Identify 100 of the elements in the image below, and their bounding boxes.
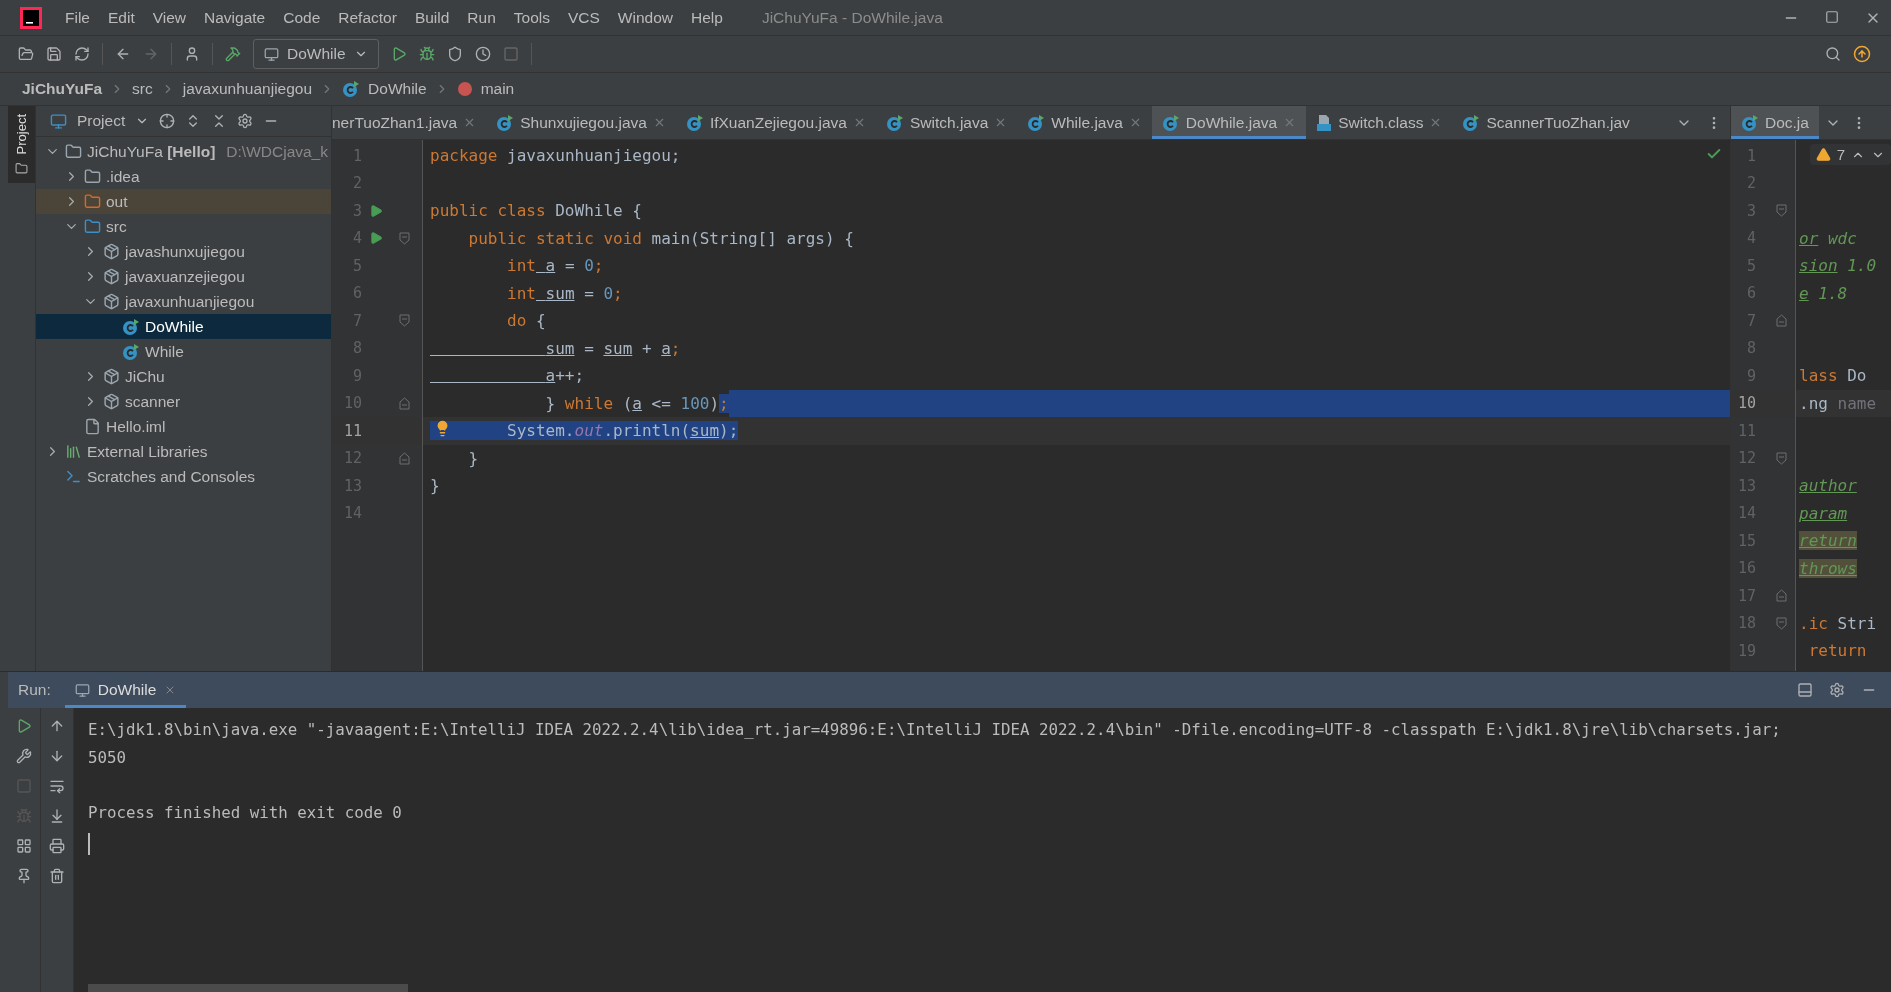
settings-icon[interactable]	[237, 113, 254, 129]
file-icon	[84, 418, 101, 435]
trash-icon[interactable]	[49, 868, 65, 884]
rerun-icon[interactable]	[16, 718, 32, 734]
editor-tab[interactable]: DoWhile.java	[1151, 106, 1307, 139]
tree-item[interactable]: While	[36, 339, 331, 364]
fold-marker-icon[interactable]	[1776, 314, 1787, 328]
editor-tab[interactable]: Switch.java	[875, 106, 1018, 139]
wrench-icon[interactable]	[16, 748, 32, 764]
run-configuration-dropdown[interactable]: DoWhile	[253, 39, 379, 69]
locate-icon[interactable]	[159, 113, 176, 129]
code-token: ;	[593, 256, 604, 276]
pin-icon[interactable]	[16, 868, 32, 884]
panel-title[interactable]: Project	[77, 112, 126, 130]
warning-icon	[1815, 147, 1831, 162]
fold-marker-icon[interactable]	[1776, 616, 1787, 630]
tree-item[interactable]: JiChuYuFa [Hello] D:\WDCjava_k	[36, 139, 331, 164]
window-title: JiChuYuFa - DoWhile.java	[761, 8, 943, 27]
fold-marker-icon[interactable]	[1776, 204, 1787, 218]
tree-item[interactable]: out	[36, 189, 331, 214]
menu-item[interactable]: Help	[682, 8, 732, 27]
hammer-icon[interactable]	[225, 46, 241, 62]
tree-item[interactable]: src	[36, 214, 331, 239]
warnings-indicator[interactable]: 7	[1809, 144, 1891, 165]
code-token: <=	[650, 393, 672, 413]
editor-tab[interactable]: Switch.class	[1306, 106, 1453, 139]
open-folder-icon[interactable]	[18, 46, 34, 62]
code-token: a	[544, 256, 556, 276]
breadcrumb[interactable]: DoWhile	[368, 80, 427, 98]
tree-item[interactable]: .idea	[36, 164, 331, 189]
editor-tab[interactable]: ScannerTuoZhan.jav	[1452, 106, 1640, 139]
tree-item[interactable]: External Libraries	[36, 439, 331, 464]
tree-item[interactable]: javaxuanzejiegou	[36, 264, 331, 289]
run-icon[interactable]	[369, 231, 383, 246]
menu-item[interactable]: Build	[405, 8, 459, 27]
print-icon[interactable]	[49, 838, 65, 854]
debug-icon[interactable]	[418, 46, 435, 62]
scrollbar[interactable]	[88, 984, 408, 992]
code-token: .ng	[1799, 393, 1828, 413]
breadcrumb[interactable]: javaxunhuanjiegou	[182, 80, 313, 98]
tree-item[interactable]: scanner	[36, 389, 331, 414]
module-path: D:\WDCjava_k	[226, 142, 328, 161]
editor-tab[interactable]: Shunxujiegou.java	[486, 106, 676, 139]
tree-item[interactable]: JiChu	[36, 364, 331, 389]
code-token: {	[534, 311, 546, 331]
class-icon	[1462, 113, 1481, 132]
user-icon[interactable]	[184, 46, 200, 62]
tree-item[interactable]: javashunxujiegou	[36, 239, 331, 264]
editor-tab[interactable]: Doc.ja	[1731, 106, 1819, 139]
fold-marker-icon[interactable]	[398, 231, 410, 245]
menu-item[interactable]: Tools	[504, 8, 559, 27]
save-icon[interactable]	[46, 46, 62, 62]
run-icon[interactable]	[369, 203, 383, 218]
menu-item[interactable]: Refactor	[329, 8, 406, 27]
code-token: sum	[544, 283, 575, 303]
code-token: or	[1799, 228, 1819, 248]
code-token: sum	[603, 338, 633, 358]
fold-marker-icon[interactable]	[398, 451, 410, 465]
menu-item[interactable]: File	[56, 8, 99, 27]
maximize-icon[interactable]	[1825, 9, 1839, 26]
tree-item[interactable]: javaxunhuanjiegou	[36, 289, 331, 314]
tree-item[interactable]: Hello.iml	[36, 414, 331, 439]
menu-item[interactable]: Run	[458, 8, 505, 27]
folder-icon	[84, 218, 101, 235]
fold-marker-icon[interactable]	[398, 396, 410, 410]
back-icon[interactable]	[115, 46, 131, 62]
update-icon[interactable]	[1853, 45, 1871, 63]
menu-item[interactable]: Code	[274, 8, 330, 27]
editor-tab[interactable]: While.java	[1017, 106, 1152, 139]
tree-item[interactable]: DoWhile	[36, 314, 331, 339]
code-token: }	[467, 448, 479, 468]
refresh-icon[interactable]	[74, 46, 90, 62]
layout-icon[interactable]	[16, 838, 32, 854]
layout-icon[interactable]	[1797, 682, 1813, 698]
menu-item[interactable]: Edit	[99, 8, 144, 27]
editor-tab[interactable]: IfXuanZejiegou.java	[675, 106, 876, 139]
code-token: 0	[603, 283, 614, 303]
scroll-to-end-icon[interactable]	[49, 808, 65, 824]
line-number: 10	[1736, 394, 1757, 413]
menu-item[interactable]: Navigate	[195, 8, 275, 27]
project-tool-button[interactable]: Project	[8, 106, 35, 184]
breadcrumb[interactable]: main	[480, 80, 515, 98]
menu-item[interactable]: View	[143, 8, 196, 27]
tree-item[interactable]: Scratches and Consoles	[36, 464, 331, 489]
code-token: int	[506, 283, 536, 303]
search-icon[interactable]	[1825, 46, 1841, 62]
editor-tab[interactable]: nerTuoZhan1.java	[332, 106, 487, 139]
wrap-icon[interactable]	[49, 778, 65, 794]
code-token: e	[1799, 283, 1809, 303]
window-icon	[264, 46, 279, 62]
menu-item[interactable]: Window	[608, 8, 682, 27]
menu-item[interactable]: VCS	[558, 8, 609, 27]
panel-title: Run:	[18, 681, 51, 699]
fold-marker-icon[interactable]	[1776, 589, 1787, 603]
breadcrumb[interactable]: JiChuYuFa	[22, 80, 103, 98]
fold-marker-icon[interactable]	[1776, 451, 1787, 465]
run-tab[interactable]: DoWhile	[64, 672, 187, 708]
settings-icon[interactable]	[1829, 682, 1845, 698]
breadcrumb[interactable]: src	[132, 80, 153, 98]
fold-marker-icon[interactable]	[398, 314, 410, 328]
